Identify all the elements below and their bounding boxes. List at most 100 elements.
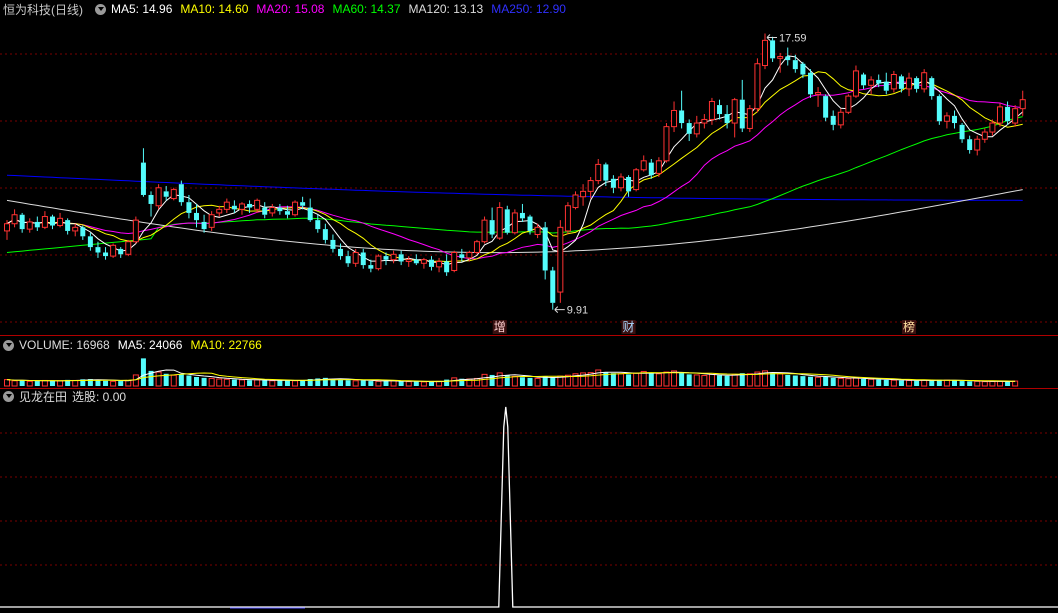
volume-bar-down bbox=[231, 379, 237, 386]
volume-bar-down bbox=[883, 379, 889, 386]
signal-chart[interactable] bbox=[0, 389, 1058, 612]
candle-down bbox=[1005, 106, 1011, 122]
candle-up bbox=[868, 79, 875, 86]
volume-bar-down bbox=[823, 376, 829, 386]
volume-label: VOLUME: 16968 bbox=[19, 338, 110, 352]
candle-down bbox=[247, 203, 253, 208]
volume-bar-down bbox=[1005, 381, 1011, 386]
candle-down bbox=[322, 229, 328, 240]
ma20-label: MA20: 15.08 bbox=[256, 2, 325, 16]
volume-bar-up bbox=[534, 377, 541, 387]
volume-bar-up bbox=[663, 371, 670, 387]
signal-header: 见龙在田 选股: 0.00 bbox=[0, 387, 134, 405]
candle-up bbox=[292, 201, 299, 216]
volume-bar-up bbox=[496, 372, 503, 387]
candle-up bbox=[974, 138, 981, 151]
volume-bar-down bbox=[626, 374, 632, 386]
candle-down bbox=[861, 74, 867, 86]
candle-down bbox=[876, 79, 882, 84]
volume-bar-down bbox=[118, 381, 124, 386]
volume-bar-down bbox=[770, 372, 776, 386]
volume-bar-up bbox=[989, 380, 996, 387]
candle-down bbox=[626, 176, 632, 192]
candle-up bbox=[890, 74, 897, 90]
candle-up bbox=[405, 259, 412, 262]
candle-up bbox=[57, 217, 64, 227]
candle-up bbox=[989, 122, 996, 133]
volume-menu-icon[interactable] bbox=[3, 339, 14, 351]
volume-bar-down bbox=[201, 377, 207, 386]
signal-menu-icon[interactable] bbox=[3, 390, 14, 402]
candle-up bbox=[557, 226, 564, 293]
stock-title: 恒为科技(日线) bbox=[3, 2, 83, 17]
candle-up bbox=[746, 108, 753, 129]
ma250-label: MA250: 12.90 bbox=[491, 2, 566, 16]
volume-bar-down bbox=[967, 381, 973, 386]
candle-up bbox=[1012, 108, 1019, 124]
volume-bar-down bbox=[679, 372, 685, 386]
candle-up bbox=[481, 219, 488, 243]
candle-up bbox=[72, 226, 79, 232]
candle-up bbox=[906, 77, 913, 90]
candle-up bbox=[390, 253, 397, 261]
volume-bar-up bbox=[837, 377, 844, 387]
price-chart[interactable]: 17.59 9.91 增 财 榜 bbox=[0, 0, 1058, 335]
candle-down bbox=[807, 72, 813, 95]
candle-down bbox=[542, 227, 548, 271]
candle-up bbox=[155, 187, 162, 207]
volume-bar-down bbox=[610, 373, 616, 386]
volume-bar-down bbox=[914, 380, 920, 386]
candle-down bbox=[383, 256, 389, 260]
event-marker: 财 bbox=[623, 320, 635, 334]
volume-bar-down bbox=[338, 379, 344, 386]
volume-bar-up bbox=[633, 372, 640, 387]
candle-down bbox=[307, 207, 313, 221]
volume-bar-down bbox=[49, 381, 55, 386]
candle-up bbox=[436, 260, 443, 268]
candle-up bbox=[352, 251, 359, 264]
volume-bar-up bbox=[57, 380, 64, 387]
candle-down bbox=[80, 227, 86, 237]
candle-down bbox=[194, 212, 199, 221]
volume-bar-down bbox=[898, 380, 904, 386]
candle-up bbox=[238, 203, 245, 210]
candle-down bbox=[610, 178, 616, 188]
candle-up bbox=[375, 255, 382, 270]
volume-bar-down bbox=[724, 375, 730, 386]
candle-down bbox=[717, 105, 723, 115]
candle-down bbox=[95, 247, 101, 253]
indicator-menu-icon[interactable] bbox=[95, 3, 106, 15]
volume-bar-down bbox=[186, 375, 192, 386]
candle-down bbox=[459, 254, 465, 258]
candle-down bbox=[300, 202, 306, 206]
candle-up bbox=[663, 126, 670, 162]
candle-up bbox=[534, 226, 541, 236]
candle-down bbox=[231, 205, 237, 210]
candle-down bbox=[883, 81, 889, 91]
candle-down bbox=[823, 96, 829, 118]
volume-bar-up bbox=[693, 374, 700, 387]
volume-bar-up bbox=[777, 373, 784, 387]
candle-up bbox=[216, 208, 223, 214]
signal-value-label: 选股: 0.00 bbox=[72, 389, 127, 404]
candle-up bbox=[640, 160, 647, 171]
candle-down bbox=[103, 252, 109, 257]
ma120-label: MA120: 13.13 bbox=[408, 2, 484, 16]
candle-down bbox=[163, 191, 169, 197]
candle-down bbox=[929, 78, 935, 97]
volume-bar-up bbox=[72, 379, 79, 387]
low-label: 9.91 bbox=[567, 305, 588, 317]
ma60-label: MA60: 14.37 bbox=[332, 2, 401, 16]
volume-bar-up bbox=[845, 378, 852, 387]
ma5-label: MA5: 14.96 bbox=[111, 2, 173, 16]
volume-bar-up bbox=[292, 380, 299, 387]
candle-up bbox=[921, 72, 928, 90]
volume-bar-down bbox=[95, 380, 101, 386]
price-header: 恒为科技(日线) MA5: 14.96 MA10: 14.60 MA20: 15… bbox=[0, 0, 574, 18]
volume-bar-down bbox=[34, 381, 40, 386]
candle-down bbox=[648, 162, 654, 176]
high-arrow bbox=[766, 34, 777, 41]
candle-up bbox=[466, 251, 473, 259]
volume-bar-up bbox=[11, 380, 18, 387]
volume-bar-up bbox=[974, 380, 981, 387]
